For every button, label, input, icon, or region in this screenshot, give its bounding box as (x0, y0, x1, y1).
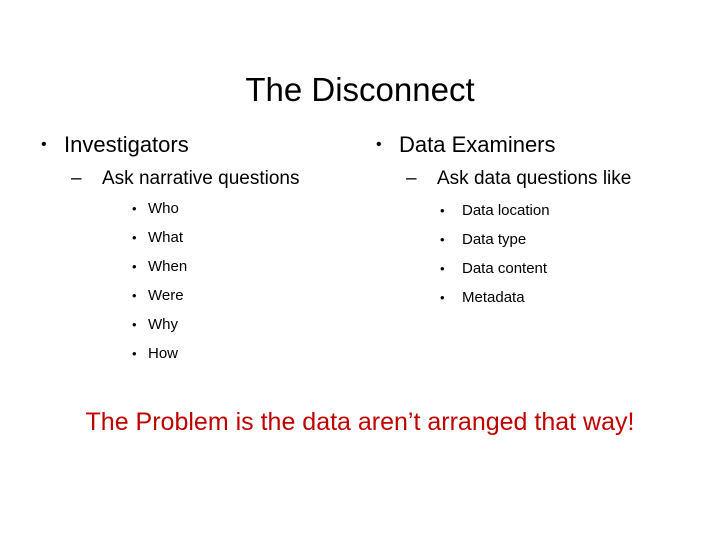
column-heading-label: Data Examiners (399, 132, 556, 157)
list-item-label: Who (148, 200, 179, 217)
bullet-dot-icon: • (132, 259, 137, 274)
bullet-dot-icon: • (440, 290, 445, 305)
bullet-dot-icon: • (440, 232, 445, 247)
list-item: • Why (132, 310, 364, 339)
bullet-dot-icon: • (132, 346, 137, 361)
closing-statement: The Problem is the data aren’t arranged … (85, 408, 635, 436)
bullet-dash-icon: – (71, 168, 82, 189)
bullet-dot-icon: • (376, 136, 382, 153)
question-list: • Who • What • When • Were • Why • How (34, 194, 364, 368)
bullet-dot-icon: • (41, 136, 47, 153)
column-heading: • Data Examiners (369, 130, 709, 160)
list-item: • Metadata (440, 283, 709, 312)
data-question-list: • Data location • Data type • Data conte… (369, 196, 709, 312)
column-subheading-label: Ask narrative questions (102, 168, 300, 189)
list-item: • What (132, 223, 364, 252)
list-item-label: Metadata (462, 289, 525, 306)
list-item-label: How (148, 345, 179, 362)
list-item: • When (132, 252, 364, 281)
column-subheading: – Ask narrative questions (34, 166, 364, 192)
list-item: • Were (132, 281, 364, 310)
list-item: • Data type (440, 225, 709, 254)
column-heading-label: Investigators (64, 132, 189, 157)
list-item-label: Why (148, 316, 178, 333)
page-title: The Disconnect (245, 71, 475, 109)
bullet-dot-icon: • (132, 230, 137, 245)
column-heading: • Investigators (34, 130, 364, 160)
bullet-dot-icon: • (440, 203, 445, 218)
list-item-label: When (148, 258, 188, 275)
column-subheading: – Ask data questions like (369, 166, 709, 192)
bullet-dot-icon: • (440, 261, 445, 276)
column-subheading-label: Ask data questions like (437, 168, 632, 189)
list-item-label: Data content (462, 260, 548, 277)
bullet-dot-icon: • (132, 201, 137, 216)
bullet-dot-icon: • (132, 317, 137, 332)
bullet-dash-icon: – (406, 168, 417, 189)
list-item-label: Were (148, 287, 184, 304)
bullet-dot-icon: • (132, 288, 137, 303)
list-item: • Who (132, 194, 364, 223)
list-item: • Data content (440, 254, 709, 283)
column-data-examiners: • Data Examiners – Ask data questions li… (369, 130, 709, 312)
list-item: • Data location (440, 196, 709, 225)
list-item-label: Data location (462, 202, 550, 219)
column-investigators: • Investigators – Ask narrative question… (34, 130, 364, 368)
list-item: • How (132, 339, 364, 368)
list-item-label: Data type (462, 231, 527, 248)
list-item-label: What (148, 229, 184, 246)
slide-canvas: The Disconnect • Investigators – Ask nar… (0, 0, 720, 540)
